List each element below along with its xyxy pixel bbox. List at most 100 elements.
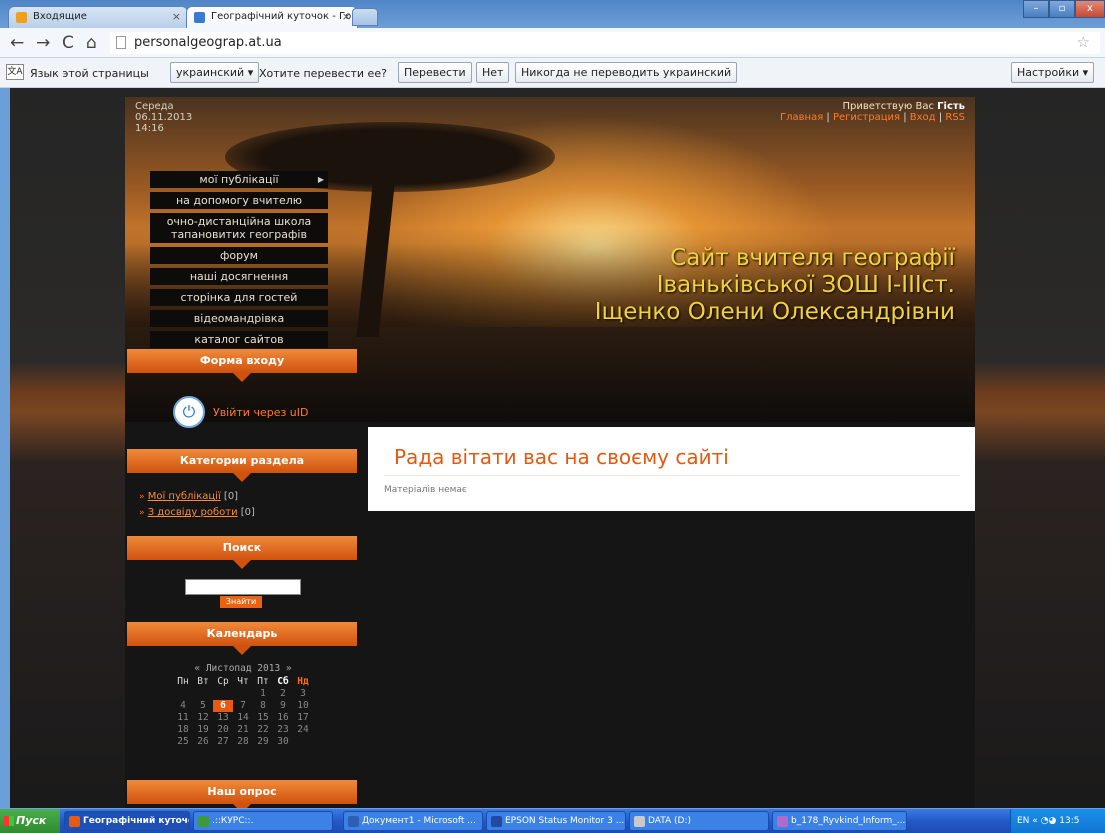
browser-toolbar: ← → C ⌂ personalgeograp.at.ua ☆	[0, 28, 1105, 58]
calendar-day[interactable]: 5	[193, 700, 213, 712]
no-button[interactable]: Нет	[476, 62, 510, 83]
menu-label: мої публікації	[199, 173, 279, 186]
calendar-day[interactable]: 29	[253, 736, 273, 748]
tray-expand-icon[interactable]: «	[1032, 816, 1038, 826]
calendar-weekdays: Пн Вт Ср Чт Пт Сб Нд	[173, 676, 313, 688]
calendar-day[interactable]: 25	[173, 736, 193, 748]
calendar-day[interactable]: 13	[213, 712, 233, 724]
calendar-day[interactable]: 19	[193, 724, 213, 736]
calendar-day[interactable]: 17	[293, 712, 313, 724]
calendar-month[interactable]: « Листопад 2013 »	[173, 663, 313, 674]
drive-icon	[634, 816, 645, 827]
menu-item-site-catalog[interactable]: каталог сайтов	[150, 331, 328, 348]
calendar-day[interactable]: 8	[253, 700, 273, 712]
link-home[interactable]: Главная	[780, 112, 823, 123]
separator: |	[938, 112, 943, 123]
task-epson[interactable]: EPSON Status Monitor 3 ...	[486, 811, 626, 831]
calendar-day[interactable]: 7	[233, 700, 253, 712]
back-icon[interactable]: ←	[10, 33, 24, 53]
calendar-day[interactable]: 30	[273, 736, 293, 748]
calendar-day[interactable]: 18	[173, 724, 193, 736]
menu-item-forum[interactable]: форум	[150, 247, 328, 264]
tray-icons: ◔◕	[1040, 816, 1057, 826]
greeting-prefix: Приветствую Вас	[842, 101, 934, 112]
translate-lang-select[interactable]: украинский ▾	[170, 62, 260, 83]
separator: |	[826, 112, 830, 123]
weekday-label: Ср	[217, 676, 229, 687]
calendar-day[interactable]: 4	[173, 700, 193, 712]
bookmark-star-icon[interactable]: ☆	[1077, 33, 1090, 51]
calendar-day[interactable]: 26	[193, 736, 213, 748]
categories-list: » Мої публікації [0] » З досвіду роботи …	[139, 489, 255, 521]
translate-button[interactable]: Перевести	[398, 62, 472, 83]
calendar-day[interactable]: 21	[233, 724, 253, 736]
calendar-day[interactable]: 11	[173, 712, 193, 724]
calendar-day[interactable]: 6	[213, 700, 233, 712]
start-button[interactable]: Пуск	[0, 809, 60, 833]
calendar-day[interactable]: 14	[233, 712, 253, 724]
close-icon[interactable]: ×	[172, 10, 181, 23]
site-title-line: Іщенко Олени Олександрівни	[594, 299, 955, 325]
calendar-day[interactable]: 23	[273, 724, 293, 736]
forward-icon[interactable]: →	[36, 33, 50, 53]
calendar-day[interactable]: 12	[193, 712, 213, 724]
never-translate-button[interactable]: Никогда не переводить украинский	[515, 62, 738, 83]
language-indicator[interactable]: EN	[1017, 816, 1029, 826]
uid-login-link[interactable]: Увійти через uID	[213, 406, 309, 419]
task-browser[interactable]: Географічний куточо...	[64, 811, 190, 831]
task-drive[interactable]: DATA (D:)	[629, 811, 769, 831]
calendar-day[interactable]: 27	[213, 736, 233, 748]
calendar-day[interactable]: 2	[273, 688, 293, 700]
time: 14:16	[135, 123, 164, 134]
calendar-day[interactable]: 3	[293, 688, 313, 700]
close-icon[interactable]: ×	[342, 10, 351, 23]
calendar-day[interactable]: 20	[213, 724, 233, 736]
link-rss[interactable]: RSS	[945, 112, 965, 123]
link-register[interactable]: Регистрация	[833, 112, 900, 123]
category-link[interactable]: Мої публікації	[148, 491, 221, 502]
submenu-arrow-icon: ▶	[317, 175, 324, 184]
task-kurs[interactable]: .::КУРС::.	[193, 811, 333, 831]
new-tab-button[interactable]	[352, 8, 378, 26]
translate-settings-button[interactable]: Настройки ▾	[1011, 62, 1095, 83]
tab-inbox[interactable]: Входящие ×	[8, 6, 188, 28]
link-login[interactable]: Вход	[910, 112, 936, 123]
reload-icon[interactable]: C	[62, 33, 74, 53]
site-title-line: Іваньківської ЗОШ І-ІІІст.	[656, 272, 955, 298]
calendar-day[interactable]: 22	[253, 724, 273, 736]
calendar-day[interactable]: 24	[293, 724, 313, 736]
word-icon	[348, 816, 359, 827]
menu-item-video-trip[interactable]: відеомандрівка	[150, 310, 328, 327]
category-link[interactable]: З досвіду роботи	[148, 507, 238, 518]
category-count: [0]	[240, 507, 255, 518]
calendar-day[interactable]: 10	[293, 700, 313, 712]
minimize-button[interactable]: –	[1023, 0, 1049, 18]
site-container: Середа 06.11.2013 14:16 Приветствую Вас …	[125, 97, 975, 808]
tab-geography[interactable]: Географічний куточок - Го ×	[186, 6, 358, 28]
taskbar: Пуск Географічний куточо... .::КУРС::. Д…	[0, 808, 1105, 833]
calendar-day[interactable]: 1	[253, 688, 273, 700]
task-image[interactable]: b_178_Ryvkind_Inform_...	[772, 811, 907, 831]
poll-block-title: Наш опрос	[127, 780, 357, 808]
menu-item-publications[interactable]: мої публікації ▶	[150, 171, 328, 188]
greeting-user: Гість	[937, 101, 965, 112]
calendar-day[interactable]: 9	[273, 700, 293, 712]
search-input[interactable]	[185, 579, 301, 595]
calendar-day[interactable]: 28	[233, 736, 253, 748]
address-bar[interactable]: personalgeograp.at.ua ☆	[110, 32, 1100, 54]
maximize-button[interactable]: ▫	[1049, 0, 1075, 18]
task-label: EPSON Status Monitor 3 ...	[505, 816, 625, 826]
calendar-day[interactable]: 16	[273, 712, 293, 724]
task-word[interactable]: Документ1 - Microsoft ...	[343, 811, 483, 831]
home-icon[interactable]: ⌂	[86, 33, 97, 53]
close-window-button[interactable]: x	[1075, 0, 1105, 18]
uid-icon[interactable]: ⏻	[173, 396, 205, 428]
main-content: Рада вітати вас на своєму сайті Матеріал…	[368, 427, 975, 511]
menu-item-achievements[interactable]: наші досягнення	[150, 268, 328, 285]
menu-item-distance-school[interactable]: очно-дистанційна школа тапановитих геогр…	[150, 213, 328, 243]
search-button[interactable]: Знайти	[220, 596, 262, 608]
page-title: Рада вітати вас на своєму сайті	[394, 445, 729, 469]
calendar-day[interactable]: 15	[253, 712, 273, 724]
menu-item-teacher-help[interactable]: на допомогу вчителю	[150, 192, 328, 209]
menu-item-guestbook[interactable]: сторінка для гостей	[150, 289, 328, 306]
